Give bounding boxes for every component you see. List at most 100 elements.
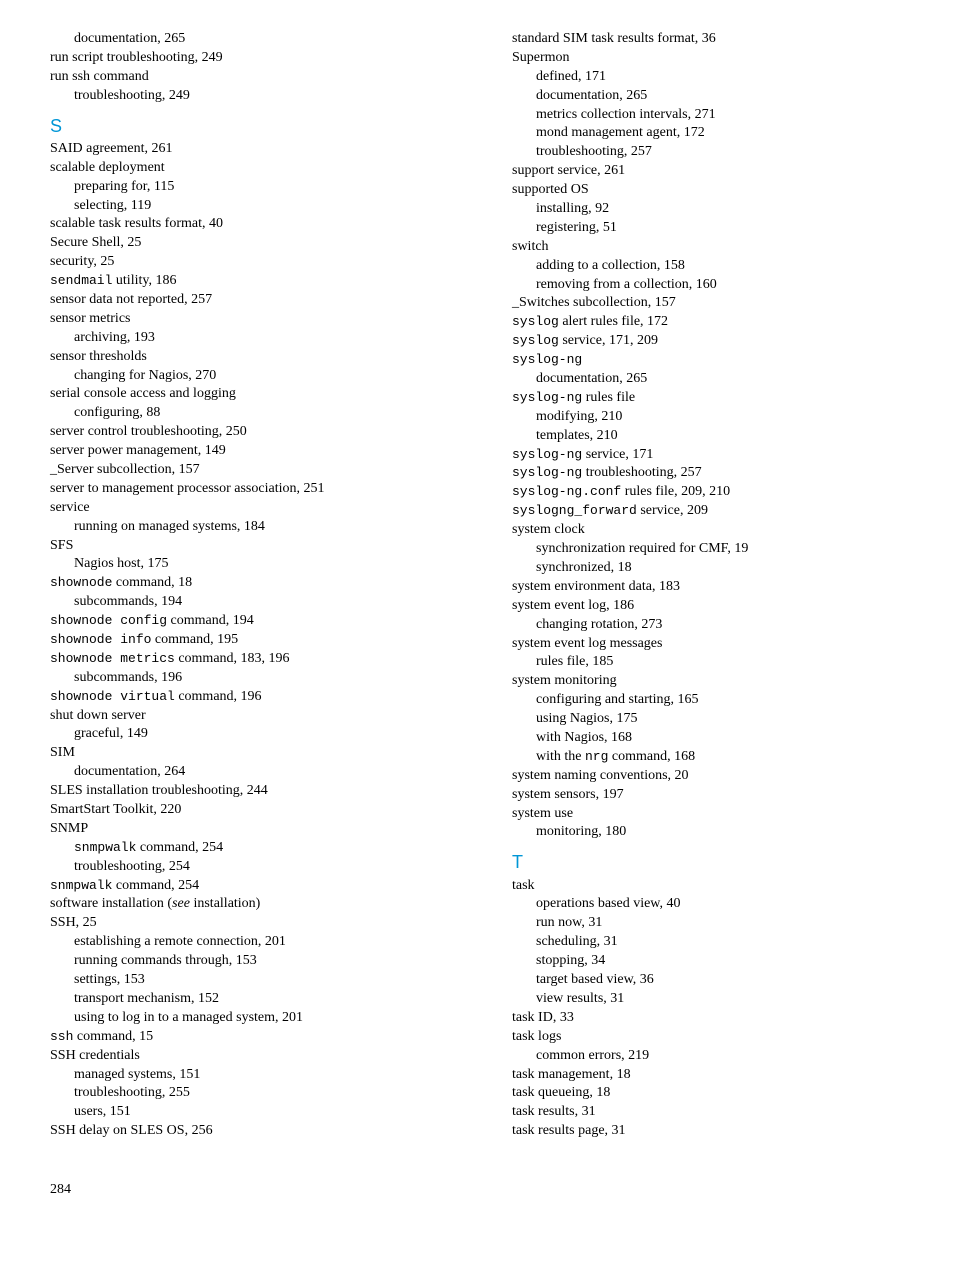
index-text: system environment data, 183: [512, 579, 680, 594]
index-text: syslog-ng: [512, 390, 582, 405]
index-entry: syslog-ng.conf rules file, 209, 210: [512, 483, 914, 502]
index-entry: SSH, 25: [50, 914, 452, 933]
index-text: Supermon: [512, 50, 570, 65]
index-entry: task queueing, 18: [512, 1084, 914, 1103]
section-heading: S: [50, 114, 452, 138]
index-subentry: settings, 153: [50, 971, 452, 990]
index-text: modifying, 210: [536, 409, 622, 424]
index-entry: system use: [512, 805, 914, 824]
index-entry: supported OS: [512, 181, 914, 200]
index-text: service, 171, 209: [559, 333, 658, 348]
index-text: rules file, 185: [536, 654, 613, 669]
index-text: target based view, 36: [536, 972, 654, 987]
index-text: installation): [190, 896, 260, 911]
index-entry: snmpwalk command, 254: [50, 877, 452, 896]
index-entry: system environment data, 183: [512, 578, 914, 597]
index-text: command, 194: [167, 613, 254, 628]
page-number: 284: [50, 1181, 914, 1200]
index-text: configuring, 88: [74, 405, 160, 420]
index-text: mond management agent, 172: [536, 125, 705, 140]
index-text: command, 168: [608, 749, 695, 764]
index-text: rules file: [582, 390, 635, 405]
index-text: syslog-ng: [512, 465, 582, 480]
index-subentry: common errors, 219: [512, 1047, 914, 1066]
index-text: command, 254: [136, 840, 223, 855]
index-subentry: with Nagios, 168: [512, 729, 914, 748]
index-subentry: metrics collection intervals, 271: [512, 106, 914, 125]
index-entry: task management, 18: [512, 1066, 914, 1085]
index-subentry: running on managed systems, 184: [50, 518, 452, 537]
index-text: troubleshooting, 257: [582, 465, 701, 480]
index-text: metrics collection intervals, 271: [536, 107, 716, 122]
index-text: SFS: [50, 538, 73, 553]
index-entry: syslog-ng: [512, 351, 914, 370]
index-text: task ID, 33: [512, 1010, 574, 1025]
index-text: documentation, 265: [74, 31, 185, 46]
index-text: system monitoring: [512, 673, 617, 688]
index-text: shownode: [50, 575, 112, 590]
index-entry: server to management processor associati…: [50, 480, 452, 499]
index-subentry: documentation, 265: [50, 30, 452, 49]
index-entry: server control troubleshooting, 250: [50, 423, 452, 442]
index-text: documentation, 265: [536, 88, 647, 103]
index-entry: SmartStart Toolkit, 220: [50, 801, 452, 820]
index-text: graceful, 149: [74, 726, 148, 741]
index-entry: system event log messages: [512, 635, 914, 654]
index-text: troubleshooting, 257: [536, 144, 652, 159]
index-entry: task logs: [512, 1028, 914, 1047]
index-subentry: preparing for, 115: [50, 178, 452, 197]
index-entry: _Switches subcollection, 157: [512, 294, 914, 313]
index-subentry: rules file, 185: [512, 653, 914, 672]
index-text: view results, 31: [536, 991, 624, 1006]
index-text: templates, 210: [536, 428, 618, 443]
index-subentry: archiving, 193: [50, 329, 452, 348]
index-text: running commands through, 153: [74, 953, 257, 968]
index-text: command, 18: [112, 575, 192, 590]
index-text: establishing a remote connection, 201: [74, 934, 286, 949]
index-text: snmpwalk: [74, 840, 136, 855]
index-entry: syslog service, 171, 209: [512, 332, 914, 351]
index-text: service, 209: [637, 503, 708, 518]
index-text: nrg: [585, 749, 608, 764]
index-subentry: subcommands, 194: [50, 593, 452, 612]
index-entry: shownode info command, 195: [50, 631, 452, 650]
index-text: system event log messages: [512, 636, 662, 651]
index-subentry: templates, 210: [512, 427, 914, 446]
index-text: troubleshooting, 254: [74, 859, 190, 874]
index-text: scalable deployment: [50, 160, 165, 175]
index-text: selecting, 119: [74, 198, 151, 213]
index-entry: syslog alert rules file, 172: [512, 313, 914, 332]
index-entry: Supermon: [512, 49, 914, 68]
left-column: documentation, 265run script troubleshoo…: [50, 30, 452, 1141]
index-text: shownode metrics: [50, 651, 175, 666]
index-text: Nagios host, 175: [74, 556, 169, 571]
index-text: synchronized, 18: [536, 560, 632, 575]
index-text: sensor data not reported, 257: [50, 292, 212, 307]
index-text: alert rules file, 172: [559, 314, 668, 329]
index-text: changing for Nagios, 270: [74, 368, 216, 383]
index-subentry: establishing a remote connection, 201: [50, 933, 452, 952]
index-entry: system event log, 186: [512, 597, 914, 616]
index-text: configuring and starting, 165: [536, 692, 699, 707]
index-subentry: Nagios host, 175: [50, 555, 452, 574]
index-entry: system clock: [512, 521, 914, 540]
index-text: changing rotation, 273: [536, 617, 662, 632]
index-subentry: using to log in to a managed system, 201: [50, 1009, 452, 1028]
index-subentry: troubleshooting, 249: [50, 87, 452, 106]
index-entry: shownode virtual command, 196: [50, 688, 452, 707]
index-subentry: changing for Nagios, 270: [50, 367, 452, 386]
index-entry: run ssh command: [50, 68, 452, 87]
index-text: stopping, 34: [536, 953, 605, 968]
index-text: snmpwalk: [50, 878, 112, 893]
index-text: command, 183, 196: [175, 651, 290, 666]
index-text: managed systems, 151: [74, 1067, 200, 1082]
index-entry: shownode config command, 194: [50, 612, 452, 631]
index-text: command, 196: [175, 689, 262, 704]
index-subentry: configuring, 88: [50, 404, 452, 423]
index-entry: _Server subcollection, 157: [50, 461, 452, 480]
index-text: sensor metrics: [50, 311, 130, 326]
index-text: syslog-ng.conf: [512, 484, 621, 499]
index-text: server power management, 149: [50, 443, 226, 458]
index-text: documentation, 264: [74, 764, 185, 779]
index-subentry: view results, 31: [512, 990, 914, 1009]
